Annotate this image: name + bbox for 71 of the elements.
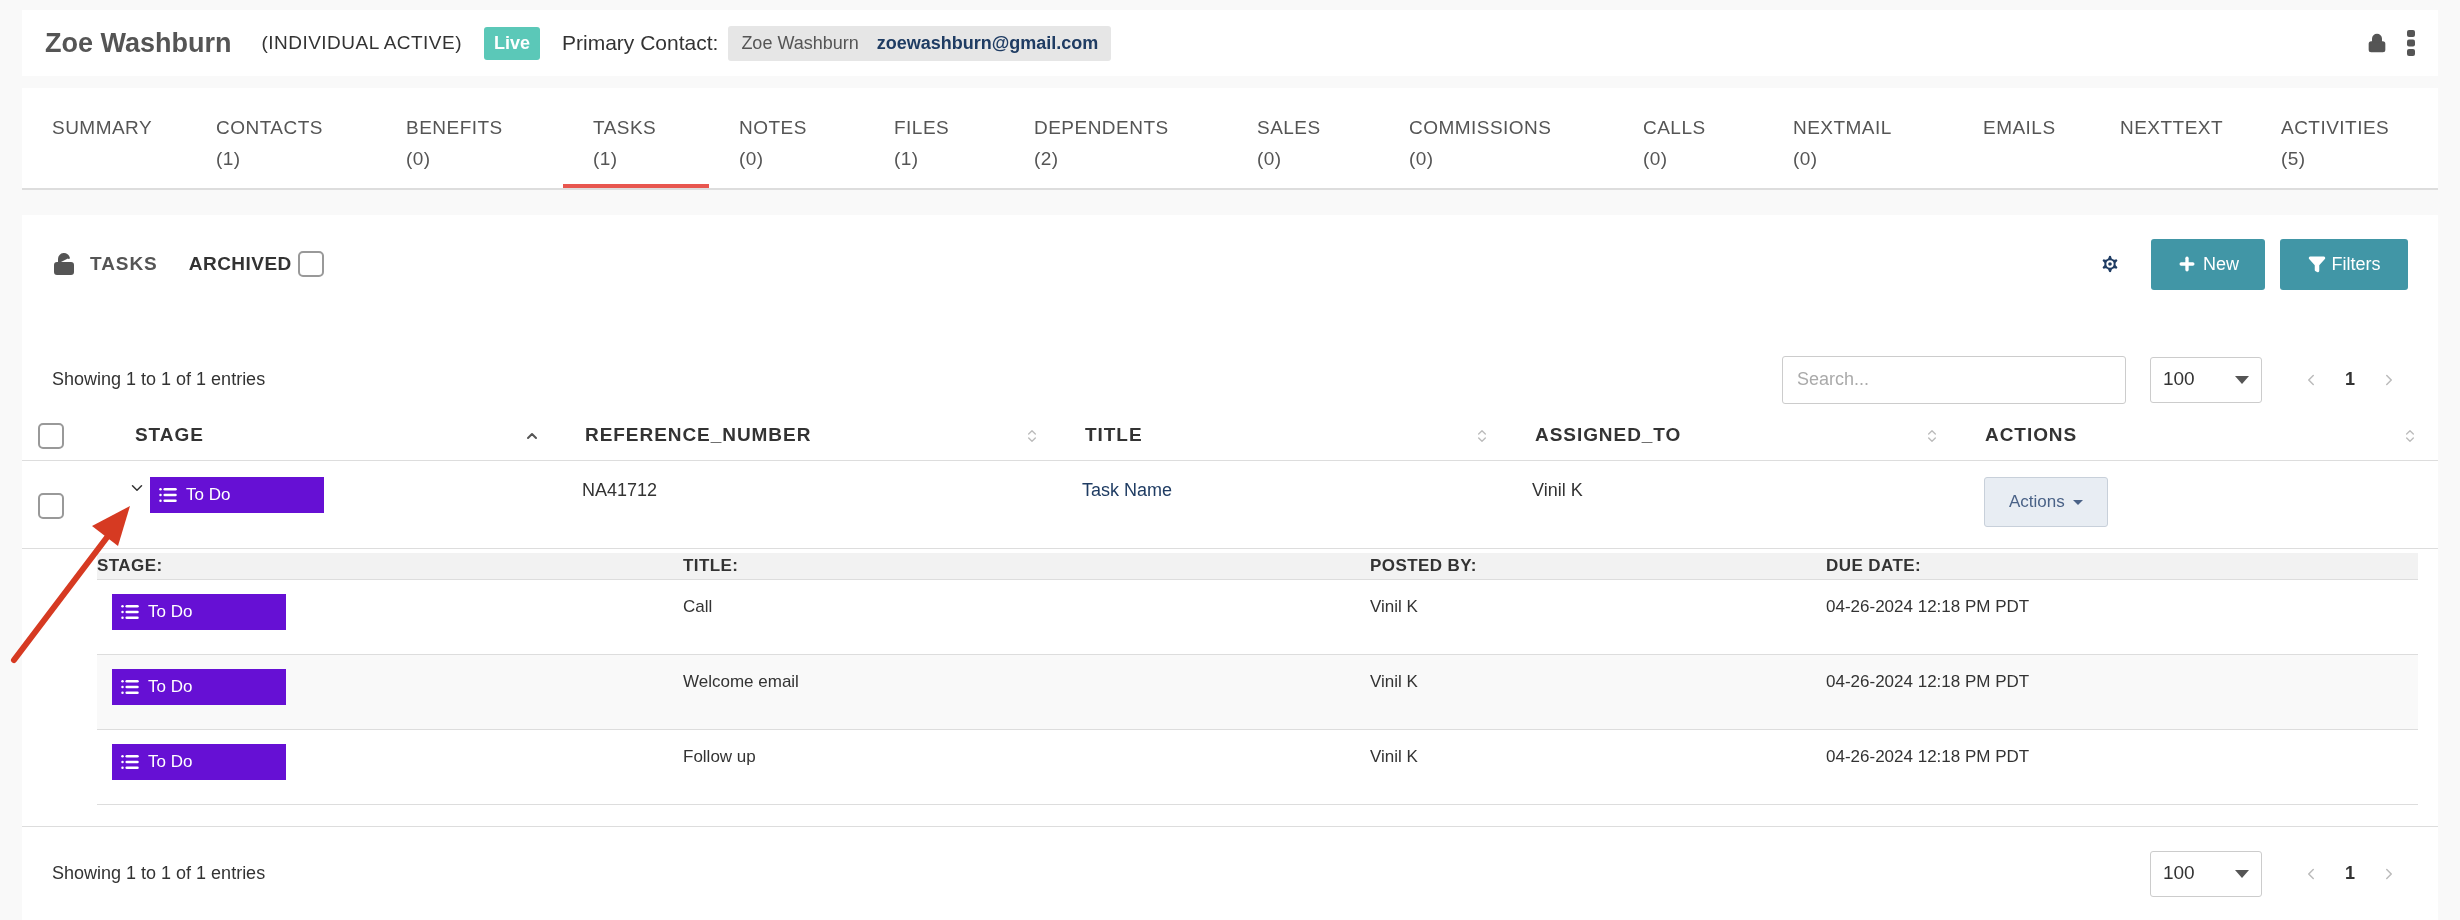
more-options-icon[interactable] [2407, 30, 2415, 56]
column-header[interactable]: STAGE [135, 421, 204, 450]
reference-number: NA41712 [582, 480, 658, 500]
column-header[interactable]: ACTIONS [1985, 421, 2078, 450]
subtable-header: STAGE: [97, 556, 163, 576]
checkbox[interactable] [297, 251, 324, 277]
tab[interactable]: BENEFITS (0) [376, 88, 563, 188]
task-title-link[interactable]: Task Name [1082, 480, 1173, 500]
contact-type: (INDIVIDUAL ACTIVE) [261, 30, 462, 55]
subtable-header: TITLE: [683, 556, 739, 576]
subtask-title: Call [683, 597, 713, 616]
lock-icon[interactable] [2367, 33, 2387, 53]
tab[interactable]: NEXTMAIL (0) [1763, 88, 1953, 188]
tab[interactable]: EMAILS [1953, 88, 2090, 188]
due-date: 04-26-2024 12:18 PM PDT [1826, 672, 2030, 691]
caret-icon [2072, 499, 2083, 505]
subtable-header: DUE DATE: [1826, 556, 1922, 576]
column-header[interactable]: TITLE [1085, 421, 1143, 450]
checkbox[interactable] [38, 422, 64, 449]
list-icon [120, 602, 140, 622]
caret-icon [2235, 869, 2249, 878]
stage-badge: To Do [150, 477, 324, 513]
posted-by: Vinil K [1370, 747, 1418, 766]
settings-icon[interactable] [2099, 253, 2121, 275]
unlocked-lock-icon[interactable] [52, 252, 76, 276]
tab[interactable]: NOTES (0) [709, 88, 864, 188]
column-header[interactable]: ASSIGNED_TO [1535, 421, 1682, 450]
caret-icon [2235, 375, 2249, 384]
tab[interactable]: SALES (0) [1227, 88, 1379, 188]
subtable-header: POSTED BY: [1370, 556, 1477, 576]
primary-contact-label: Primary Contact: [562, 30, 719, 57]
due-date: 04-26-2024 12:18 PM PDT [1826, 747, 2030, 766]
stage-badge: To Do [112, 744, 286, 780]
contact-name: Zoe Washburn [45, 26, 232, 60]
checkbox[interactable] [38, 493, 64, 519]
list-icon [120, 677, 140, 697]
tab[interactable]: NEXTTEXT [2090, 88, 2251, 188]
list-icon [120, 752, 140, 772]
page-number[interactable]: 1 [2345, 860, 2355, 887]
tab[interactable]: FILES (1) [864, 88, 1004, 188]
primary-contact-name: Zoe Washburn [741, 31, 859, 55]
tab[interactable]: CONTACTS (1) [186, 88, 376, 188]
entries-info: Showing 1 to 1 of 1 entries [52, 862, 266, 885]
stage-badge: To Do [112, 594, 286, 630]
page-size-select[interactable]: 100 [2150, 356, 2262, 403]
page-size-select[interactable]: 100 [2150, 850, 2262, 897]
subtask-title: Welcome email [683, 672, 799, 691]
filter-icon [2307, 255, 2326, 273]
tab[interactable]: COMMISSIONS (0) [1379, 88, 1613, 188]
tab[interactable]: TASKS (1) [563, 88, 709, 188]
tab[interactable]: CALLS (0) [1613, 88, 1763, 188]
archived-label: ARCHIVED [188, 251, 292, 276]
status-badge: Live [483, 26, 540, 60]
tab[interactable]: DEPENDENTS (2) [1004, 88, 1227, 188]
assigned-to: Vinil K [1532, 480, 1583, 500]
primary-contact-email: zoewashburn@gmail.com [876, 31, 1099, 55]
page-number[interactable]: 1 [2345, 366, 2355, 393]
entries-info: Showing 1 to 1 of 1 entries [52, 368, 266, 391]
stage-badge: To Do [112, 669, 286, 705]
actions-button[interactable]: Actions [1984, 477, 2108, 527]
due-date: 04-26-2024 12:18 PM PDT [1826, 597, 2030, 616]
search-field[interactable]: Search... [1782, 355, 2126, 404]
column-header[interactable]: REFERENCE_NUMBER [585, 421, 812, 450]
list-icon [158, 485, 178, 505]
panel-title: TASKS [90, 251, 158, 276]
tab[interactable]: SUMMARY [22, 88, 186, 188]
tab[interactable]: ACTIVITIES (5) [2251, 88, 2411, 188]
posted-by: Vinil K [1370, 597, 1418, 616]
subtask-title: Follow up [683, 747, 756, 766]
plus-icon [2177, 254, 2197, 274]
posted-by: Vinil K [1370, 672, 1418, 691]
